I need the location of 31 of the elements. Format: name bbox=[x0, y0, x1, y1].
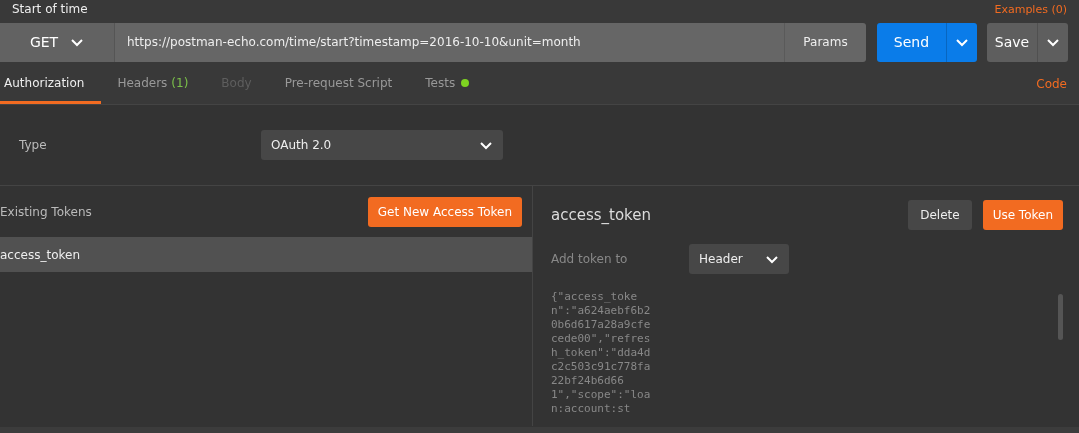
use-token-button[interactable]: Use Token bbox=[982, 200, 1063, 230]
request-tab[interactable]: Tests bbox=[421, 64, 487, 104]
type-label: Type bbox=[18, 138, 48, 152]
chevron-down-icon bbox=[956, 38, 968, 47]
params-button[interactable]: Params bbox=[784, 22, 866, 62]
token-name: access_token bbox=[551, 206, 651, 224]
type-dropdown[interactable]: OAuth 2.0 bbox=[261, 130, 503, 160]
send-options-button[interactable] bbox=[947, 22, 977, 62]
chevron-down-icon bbox=[765, 254, 779, 264]
token-value-text: {"access_token":"a624aebf6b20b6d617a28a9cfecede00","refresh_token":"dda4dc2c503c91c778fa22bf24b6d661","scope":"loan:account:st bbox=[551, 290, 651, 416]
add-token-to-dropdown[interactable]: Header bbox=[689, 244, 789, 274]
send-button[interactable]: Send bbox=[877, 22, 947, 62]
examples-link[interactable]: Examples (0) bbox=[994, 2, 1067, 16]
chevron-down-icon bbox=[70, 37, 85, 47]
token-list-item[interactable]: access_token bbox=[0, 237, 532, 272]
method-dropdown[interactable]: GET bbox=[0, 22, 115, 62]
get-new-access-token-button[interactable]: Get New Access Token bbox=[367, 196, 522, 227]
add-token-to-label: Add token to bbox=[551, 252, 629, 266]
save-button[interactable]: Save bbox=[987, 22, 1038, 62]
chevron-down-icon bbox=[479, 140, 493, 150]
existing-tokens-heading: Existing Tokens bbox=[0, 204, 92, 219]
request-tab[interactable]: Authorization bbox=[0, 64, 102, 104]
scrollbar[interactable] bbox=[1058, 294, 1063, 340]
request-title: Start of time bbox=[12, 2, 88, 16]
chevron-down-icon bbox=[1047, 38, 1059, 47]
code-link[interactable]: Code bbox=[1036, 77, 1079, 91]
request-tab[interactable]: Pre-request Script bbox=[280, 64, 410, 104]
delete-button[interactable]: Delete bbox=[908, 200, 972, 230]
request-tab[interactable]: Headers (1) bbox=[113, 64, 206, 104]
url-field[interactable]: https://postman-echo.com/time/start?timestamp=2016-10-10&unit=month bbox=[115, 22, 784, 62]
save-options-button[interactable] bbox=[1038, 22, 1068, 62]
